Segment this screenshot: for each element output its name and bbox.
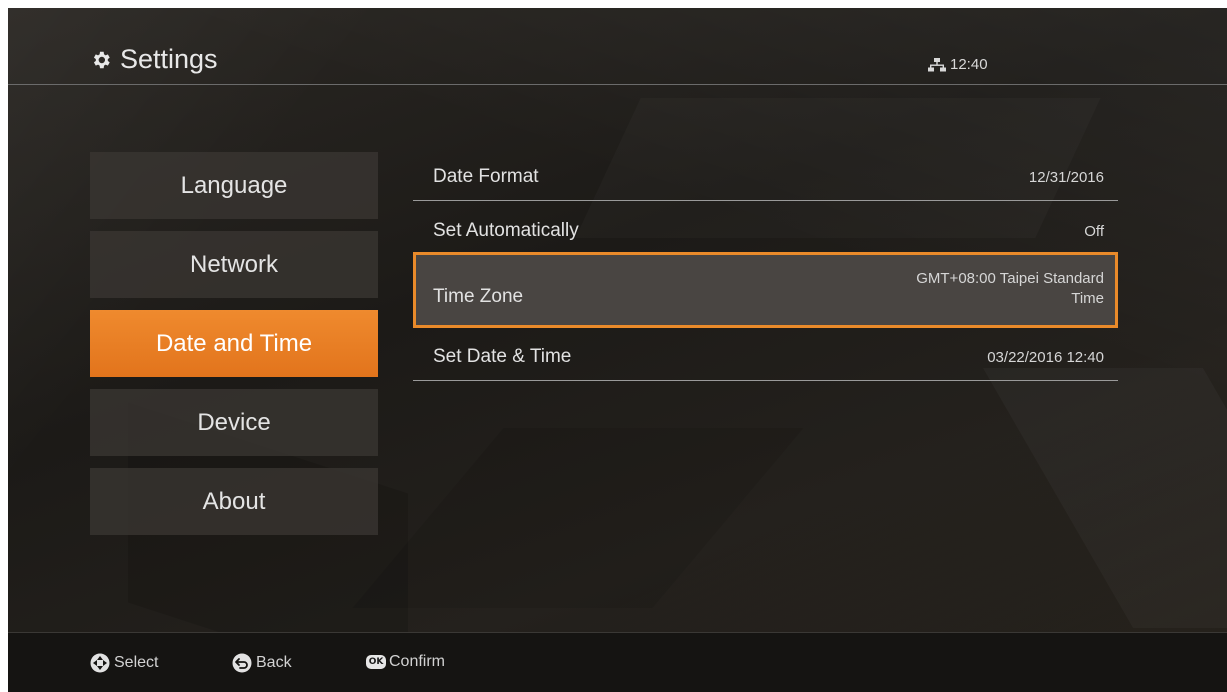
setting-row-set-automatically[interactable]: Set Automatically Off [413, 212, 1118, 253]
back-icon [232, 653, 252, 673]
setting-label: Set Date & Time [433, 346, 572, 367]
hint-select: Select [90, 653, 158, 673]
header-bar: Settings 12:40 [8, 8, 1227, 85]
setting-value: 03/22/2016 12:40 [987, 349, 1104, 366]
dpad-icon [90, 653, 110, 673]
background-shard [983, 368, 1227, 628]
menu-item-label: Network [189, 250, 279, 278]
page-title-text: Settings [120, 44, 218, 74]
clock: 12:40 [950, 56, 988, 73]
setting-label: Time Zone [433, 286, 524, 307]
hint-label: Select [114, 654, 159, 671]
setting-label: Set Automatically [433, 220, 579, 241]
hint-confirm: OK Confirm [366, 653, 445, 671]
settings-screen: Settings 12:40 Language Network Date and… [8, 8, 1227, 692]
menu-item-label: Date and Time [155, 329, 313, 357]
hint-label: Back [256, 654, 292, 671]
setting-row-time-zone[interactable]: Time Zone GMT+08:00 Taipei Standard Time [413, 252, 1118, 328]
setting-value: Off [1084, 223, 1104, 240]
hint-back: Back [232, 653, 292, 673]
gear-icon [93, 51, 110, 68]
setting-value: GMT+08:00 Taipei Standard Time [916, 269, 1104, 309]
footer-hint-bar: Select Back OK Confirm [8, 632, 1227, 692]
setting-label: Date Format [433, 166, 539, 187]
menu-item-device[interactable]: Device [90, 389, 378, 456]
setting-value-line: GMT+08:00 Taipei Standard [916, 270, 1104, 287]
setting-row-date-format[interactable]: Date Format 12/31/2016 [413, 156, 1118, 201]
setting-row-set-date-time[interactable]: Set Date & Time 03/22/2016 12:40 [413, 336, 1118, 381]
network-icon [928, 57, 946, 71]
menu-item-label: Language [180, 171, 288, 199]
background-shard [352, 428, 804, 608]
menu-item-about[interactable]: About [90, 468, 378, 535]
menu-item-network[interactable]: Network [90, 231, 378, 298]
menu-item-label: About [202, 487, 266, 515]
menu-item-language[interactable]: Language [90, 152, 378, 219]
page-title: Settings [90, 44, 218, 75]
hint-label: Confirm [389, 653, 446, 670]
menu-item-label: Device [197, 408, 271, 436]
setting-value: 12/31/2016 [1028, 169, 1104, 186]
setting-value-line: Time [1071, 290, 1104, 307]
menu-item-date-and-time[interactable]: Date and Time [90, 310, 378, 377]
status-area: 12:40 [928, 56, 988, 73]
ok-button-icon: OK [366, 655, 386, 669]
